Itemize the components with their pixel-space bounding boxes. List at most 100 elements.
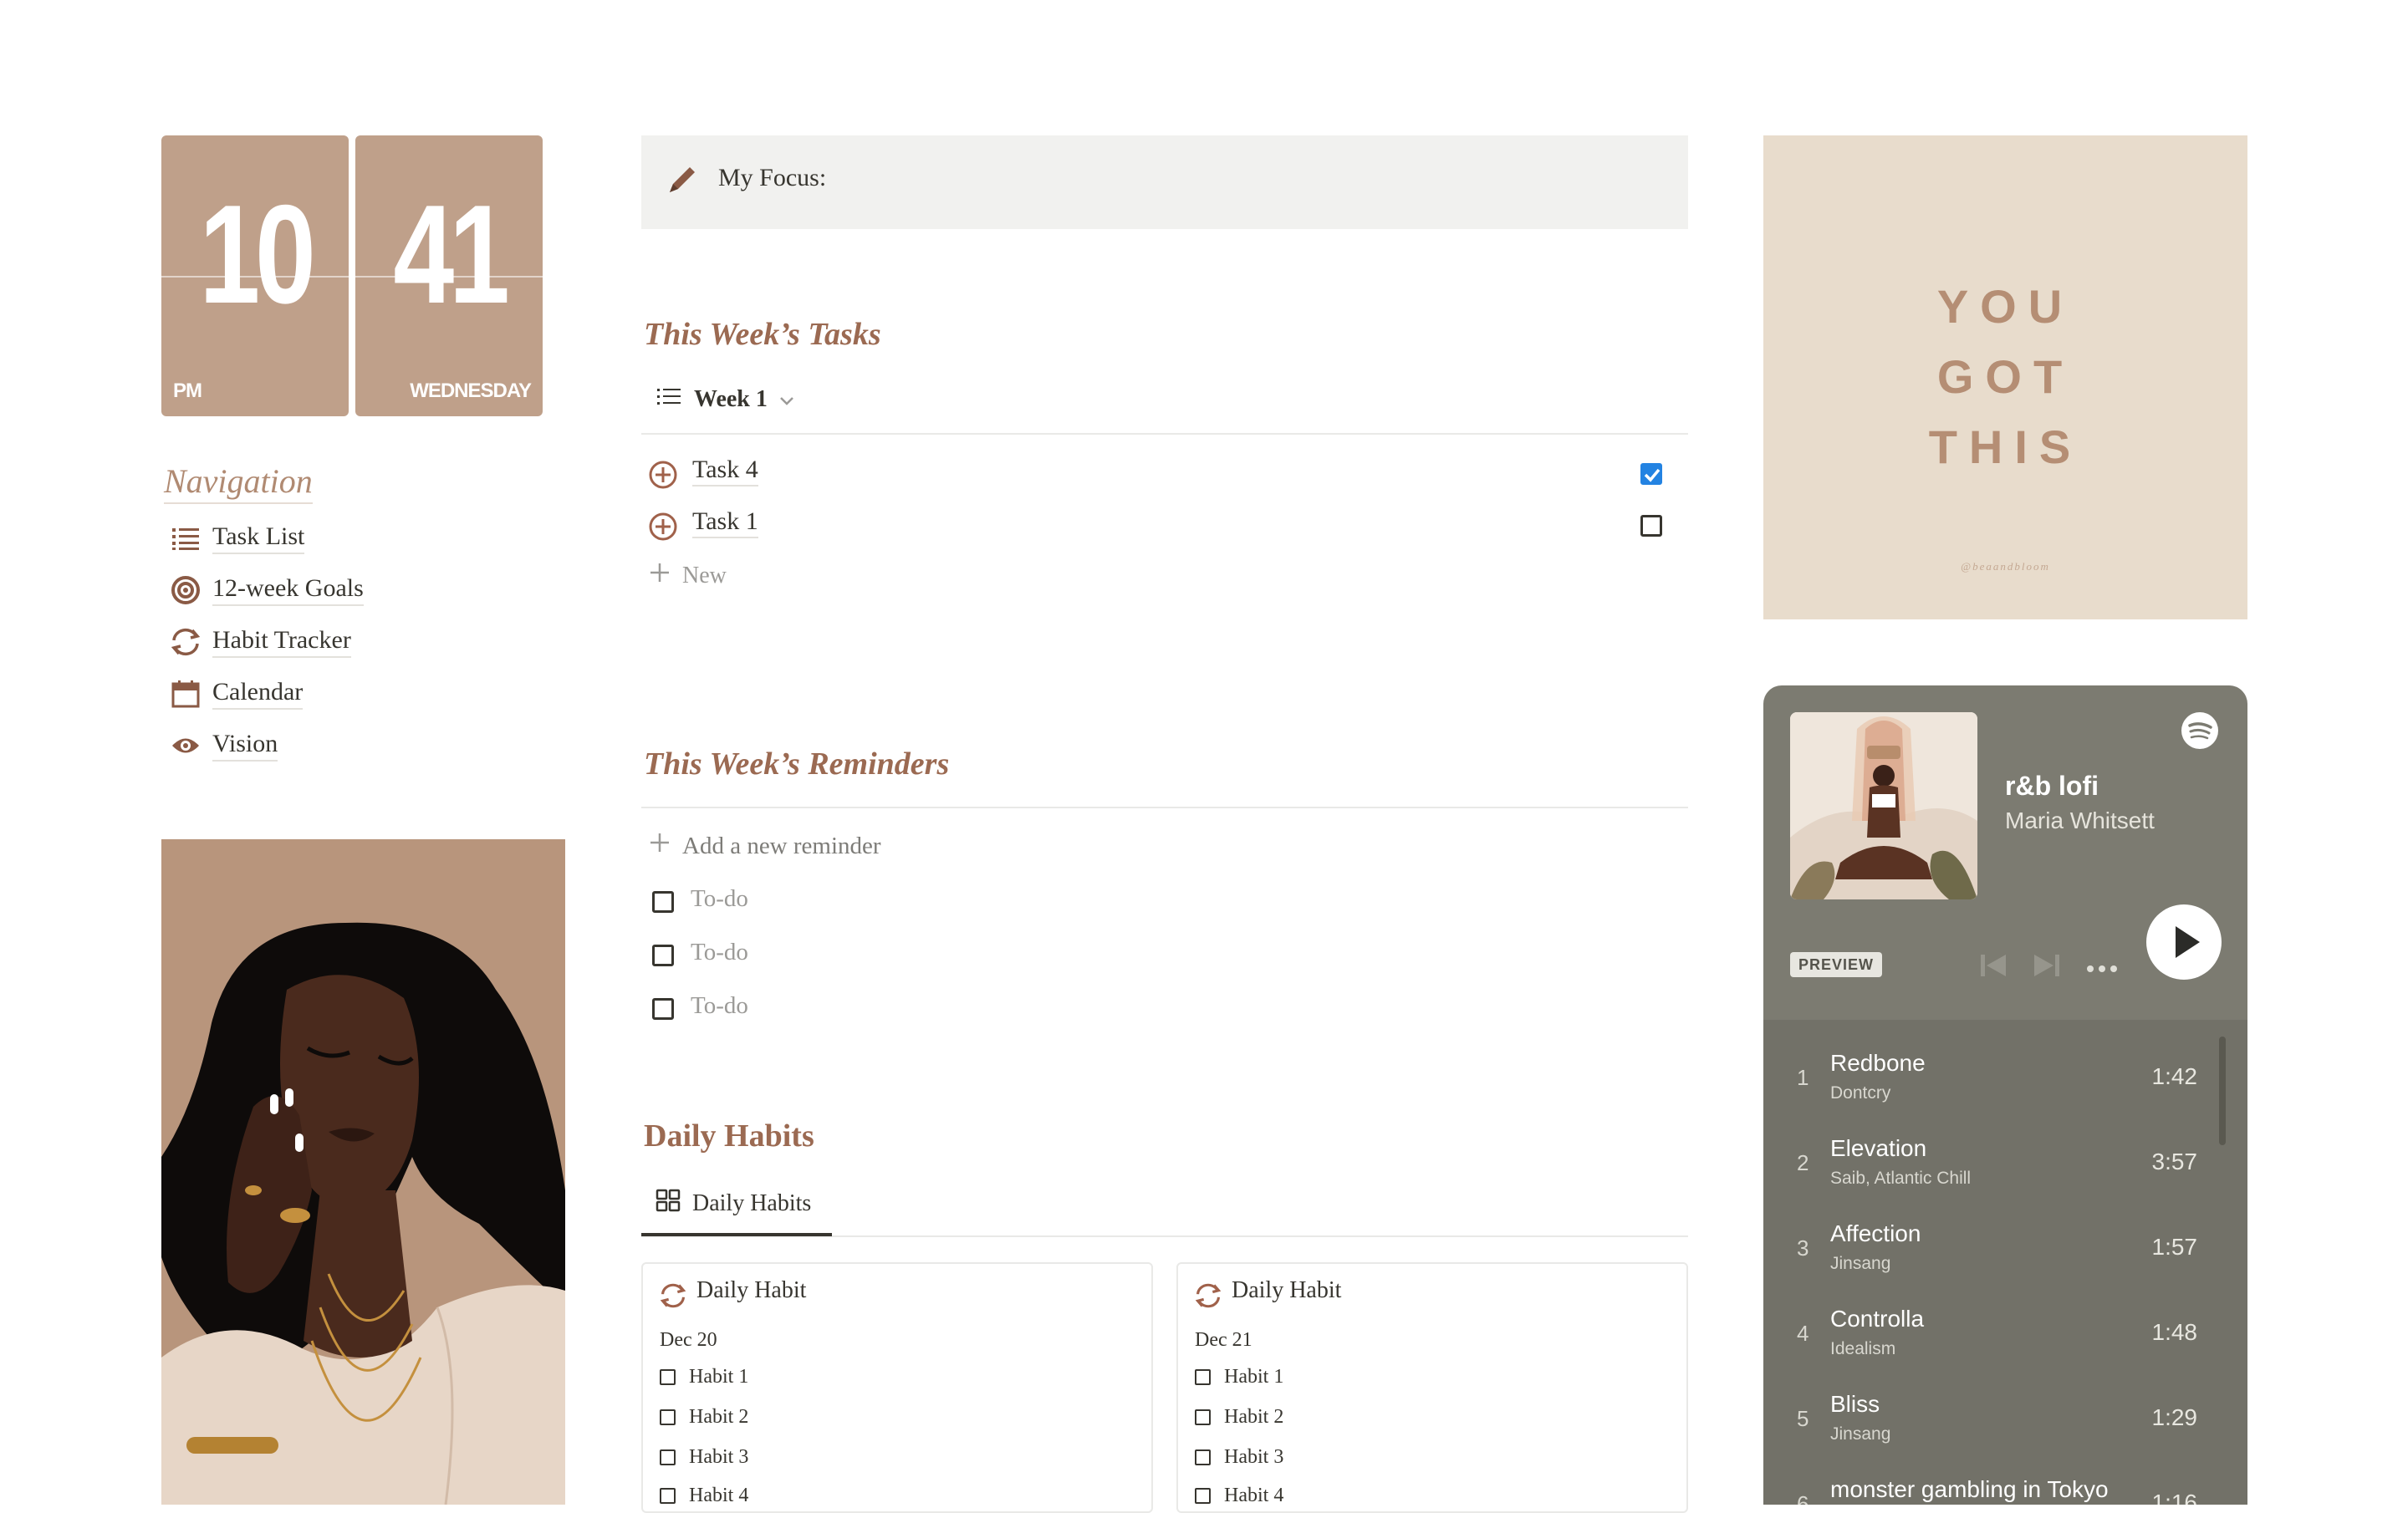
track-row[interactable]: 3 Affection Jinsang 1:57 <box>1763 1207 2247 1292</box>
track-row[interactable]: 1 Redbone Dontcry 1:42 <box>1763 1037 2247 1122</box>
focus-label: My Focus: <box>718 164 827 191</box>
nav-item-vision[interactable]: Vision <box>167 726 278 766</box>
playlist-title[interactable]: r&b lofi <box>2005 771 2099 802</box>
habit-checkbox[interactable] <box>660 1369 676 1385</box>
track-name: Affection <box>1830 1220 1921 1246</box>
track-artist: Dontcry <box>1830 1083 1891 1103</box>
more-options-icon[interactable] <box>2086 962 2118 977</box>
habit-label: Habit 3 <box>1224 1446 1284 1468</box>
habit-card-title: Daily Habit <box>696 1277 807 1303</box>
reminder-checkbox[interactable] <box>652 945 674 966</box>
habit-checkbox[interactable] <box>660 1488 676 1504</box>
pencil-icon <box>666 164 698 200</box>
new-task-button[interactable]: New <box>649 562 727 590</box>
track-row[interactable]: 2 Elevation Saib, Atlantic Chill 3:57 <box>1763 1122 2247 1207</box>
habit-checkbox[interactable] <box>660 1449 676 1465</box>
task-item-label[interactable]: Task 4 <box>692 456 758 487</box>
track-duration: 1:42 <box>2151 1063 2198 1089</box>
tasks-view-selector[interactable]: Week 1 <box>657 386 794 413</box>
habit-card[interactable]: Daily Habit Dec 20 Habit 1 Habit 2 Habit… <box>641 1262 1153 1513</box>
track-duration: 1:48 <box>2151 1319 2198 1345</box>
track-name: monster gambling in Tokyo <box>1830 1476 2109 1502</box>
track-number: 3 <box>1797 1235 1809 1261</box>
play-button[interactable] <box>2146 904 2222 984</box>
habit-checkbox[interactable] <box>1195 1449 1211 1465</box>
reminder-label[interactable]: To-do <box>691 992 748 1020</box>
chevron-down-icon <box>779 386 794 413</box>
habit-card-title: Daily Habit <box>1232 1277 1342 1303</box>
next-track-icon[interactable] <box>2033 953 2061 982</box>
task-item-label[interactable]: Task 1 <box>692 507 758 538</box>
habit-row[interactable]: Habit 3 <box>660 1446 748 1469</box>
track-name: Controlla <box>1830 1306 1925 1332</box>
track-name: Redbone <box>1830 1050 1926 1076</box>
habit-card-date: Dec 20 <box>660 1329 717 1351</box>
habit-checkbox[interactable] <box>1195 1369 1211 1385</box>
habit-card[interactable]: Daily Habit Dec 21 Habit 1 Habit 2 Habit… <box>1176 1262 1688 1513</box>
habit-label: Habit 1 <box>689 1366 749 1388</box>
habit-row[interactable]: Habit 3 <box>1195 1446 1283 1469</box>
habit-row[interactable]: Habit 4 <box>660 1485 748 1507</box>
playlist-artist[interactable]: Maria Whitsett <box>2005 807 2155 834</box>
task-checkbox[interactable] <box>1640 515 1662 537</box>
habit-row[interactable]: Habit 4 <box>1195 1485 1283 1507</box>
clock-weekday: WEDNESDAY <box>410 380 532 402</box>
track-row[interactable]: 4 Controlla Idealism 1:48 <box>1763 1292 2247 1378</box>
nav-item-label: Calendar <box>212 678 304 710</box>
reminder-label[interactable]: To-do <box>691 885 748 913</box>
reminder-checkbox[interactable] <box>652 891 674 913</box>
track-list-scrollbar[interactable] <box>2219 1037 2226 1145</box>
track-number: 5 <box>1797 1406 1809 1431</box>
nav-item-label: Vision <box>212 730 278 762</box>
nav-item-label: Habit Tracker <box>212 626 351 658</box>
daily-habits-heading: Daily Habits <box>644 1118 814 1154</box>
track-duration: 3:57 <box>2151 1149 2198 1174</box>
tasks-divider <box>641 433 1688 435</box>
habit-checkbox[interactable] <box>1195 1488 1211 1504</box>
track-artist: Saib, Atlantic Chill <box>1830 1169 1972 1188</box>
track-number: 1 <box>1797 1065 1809 1090</box>
track-artist: Jinsang <box>1830 1254 1891 1273</box>
add-reminder-button[interactable]: Add a new reminder <box>649 832 881 860</box>
track-artist: Jinsang <box>1830 1424 1891 1444</box>
focus-callout[interactable]: My Focus: <box>641 135 1688 229</box>
quote-line: YOU <box>1936 280 2074 333</box>
motivational-quote-image: YOU GOT THIS @beaandbloom <box>1763 135 2247 619</box>
add-reminder-label: Add a new reminder <box>682 832 881 859</box>
daily-habits-tab[interactable]: Daily Habits <box>656 1189 811 1219</box>
plus-icon <box>649 832 671 860</box>
reminder-label[interactable]: To-do <box>691 939 748 966</box>
habit-row[interactable]: Habit 2 <box>1195 1406 1283 1429</box>
track-row[interactable]: 5 Bliss Jinsang 1:29 <box>1763 1378 2247 1463</box>
habit-checkbox[interactable] <box>660 1409 676 1425</box>
track-number: 2 <box>1797 1150 1809 1175</box>
habit-checkbox[interactable] <box>1195 1409 1211 1425</box>
nav-item-habit-tracker[interactable]: Habit Tracker <box>167 622 351 662</box>
sync-icon <box>1193 1282 1223 1313</box>
reminders-heading: This Week’s Reminders <box>644 746 950 782</box>
nav-item-calendar[interactable]: Calendar <box>167 674 304 714</box>
target-icon <box>167 572 204 609</box>
habit-row[interactable]: Habit 1 <box>660 1366 748 1388</box>
nav-item-12-week-goals[interactable]: 12-week Goals <box>167 570 364 610</box>
track-list[interactable]: 1 Redbone Dontcry 1:42 2 Elevation Saib,… <box>1763 1020 2247 1505</box>
spotify-player[interactable]: r&b lofi Maria Whitsett PREVIEW 1 Redbon… <box>1763 685 2247 1505</box>
track-row[interactable]: 6 monster gambling in Tokyo 1:16 <box>1763 1463 2247 1505</box>
nav-item-task-list[interactable]: Task List <box>167 518 305 558</box>
quote-line: THIS <box>1928 420 2083 473</box>
habit-row[interactable]: Habit 1 <box>1195 1366 1283 1388</box>
track-number: 6 <box>1797 1491 1809 1505</box>
reminders-divider <box>641 807 1688 808</box>
clock-hour: 10 <box>199 176 316 333</box>
album-art <box>1790 712 1977 899</box>
habit-row[interactable]: Habit 2 <box>660 1406 748 1429</box>
habit-label: Habit 4 <box>689 1485 749 1506</box>
list-icon <box>657 386 681 413</box>
reminder-checkbox[interactable] <box>652 998 674 1020</box>
eye-icon <box>167 727 204 764</box>
nav-item-label: Task List <box>212 522 305 554</box>
spotify-logo-icon[interactable] <box>2181 712 2218 753</box>
task-checkbox[interactable] <box>1640 463 1662 485</box>
previous-track-icon[interactable] <box>1979 953 2008 982</box>
list-icon <box>167 520 204 557</box>
